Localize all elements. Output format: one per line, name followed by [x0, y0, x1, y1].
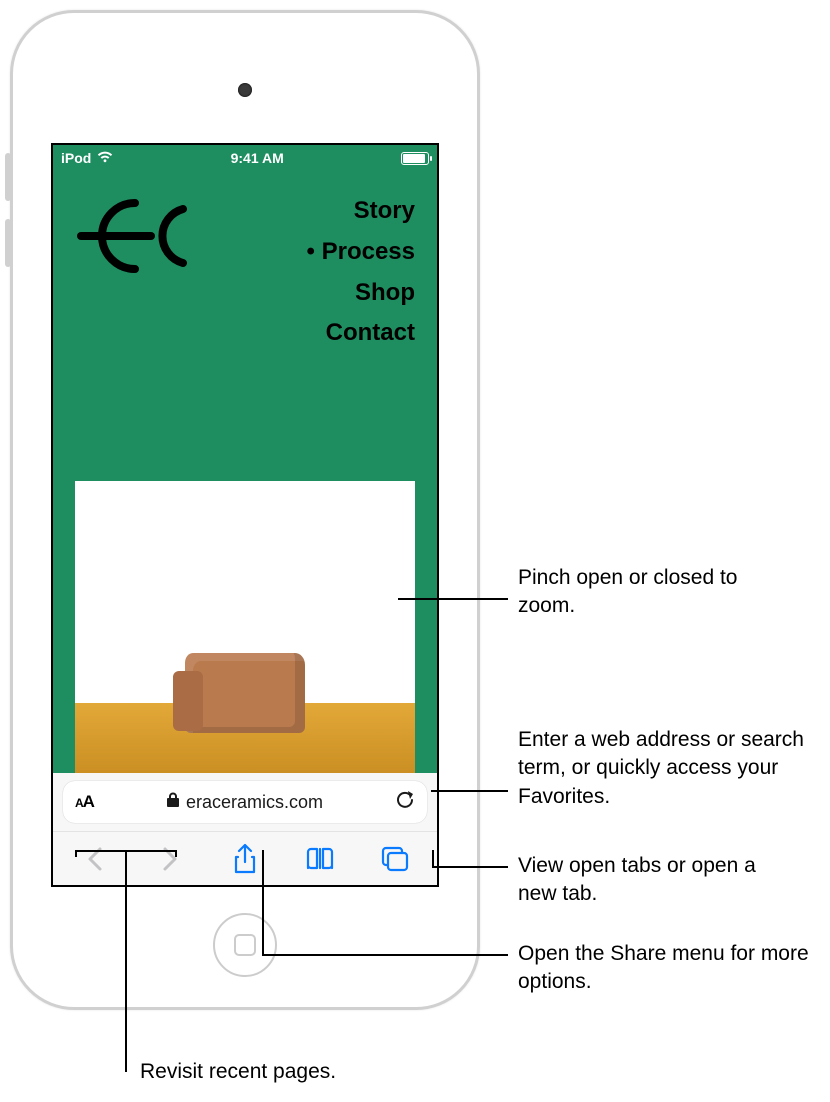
battery-icon: [401, 152, 429, 165]
callout-share: Open the Share menu for more options.: [518, 940, 818, 997]
web-content[interactable]: Story Process Shop Contact: [53, 171, 437, 773]
address-bar[interactable]: AA eraceramics.com: [63, 781, 427, 823]
wifi-icon: [97, 150, 113, 166]
toolbar: [53, 831, 437, 885]
hero-image: [75, 481, 415, 773]
bookmarks-button[interactable]: [298, 837, 342, 881]
site-logo[interactable]: [75, 191, 195, 354]
menu-shop[interactable]: Shop: [307, 273, 415, 314]
lock-icon: [166, 792, 180, 813]
status-bar: iPod 9:41 AM: [53, 145, 437, 171]
screen: iPod 9:41 AM: [51, 143, 439, 887]
menu-process[interactable]: Process: [307, 232, 415, 273]
address-bar-row: AA eraceramics.com: [53, 773, 437, 831]
status-time: 9:41 AM: [231, 150, 284, 166]
menu-story[interactable]: Story: [307, 191, 415, 232]
callout-zoom: Pinch open or closed to zoom.: [518, 564, 798, 621]
device-frame: iPod 9:41 AM: [10, 10, 480, 1010]
share-button[interactable]: [223, 837, 267, 881]
front-camera: [238, 83, 252, 97]
reload-button[interactable]: [395, 789, 415, 816]
callout-tabs: View open tabs or open a new tab.: [518, 852, 798, 909]
menu-contact[interactable]: Contact: [307, 313, 415, 354]
callout-address: Enter a web address or search term, or q…: [518, 726, 818, 811]
home-button[interactable]: [213, 913, 277, 977]
device-label: iPod: [61, 150, 91, 166]
url-domain: eraceramics.com: [186, 792, 323, 813]
side-buttons: [5, 153, 11, 285]
tabs-button[interactable]: [373, 837, 417, 881]
callout-recent: Revisit recent pages.: [140, 1058, 440, 1086]
site-menu: Story Process Shop Contact: [307, 191, 415, 354]
forward-button[interactable]: [148, 837, 192, 881]
reader-aa-button[interactable]: AA: [75, 792, 94, 812]
back-button[interactable]: [73, 837, 117, 881]
top-bezel: [13, 13, 477, 143]
